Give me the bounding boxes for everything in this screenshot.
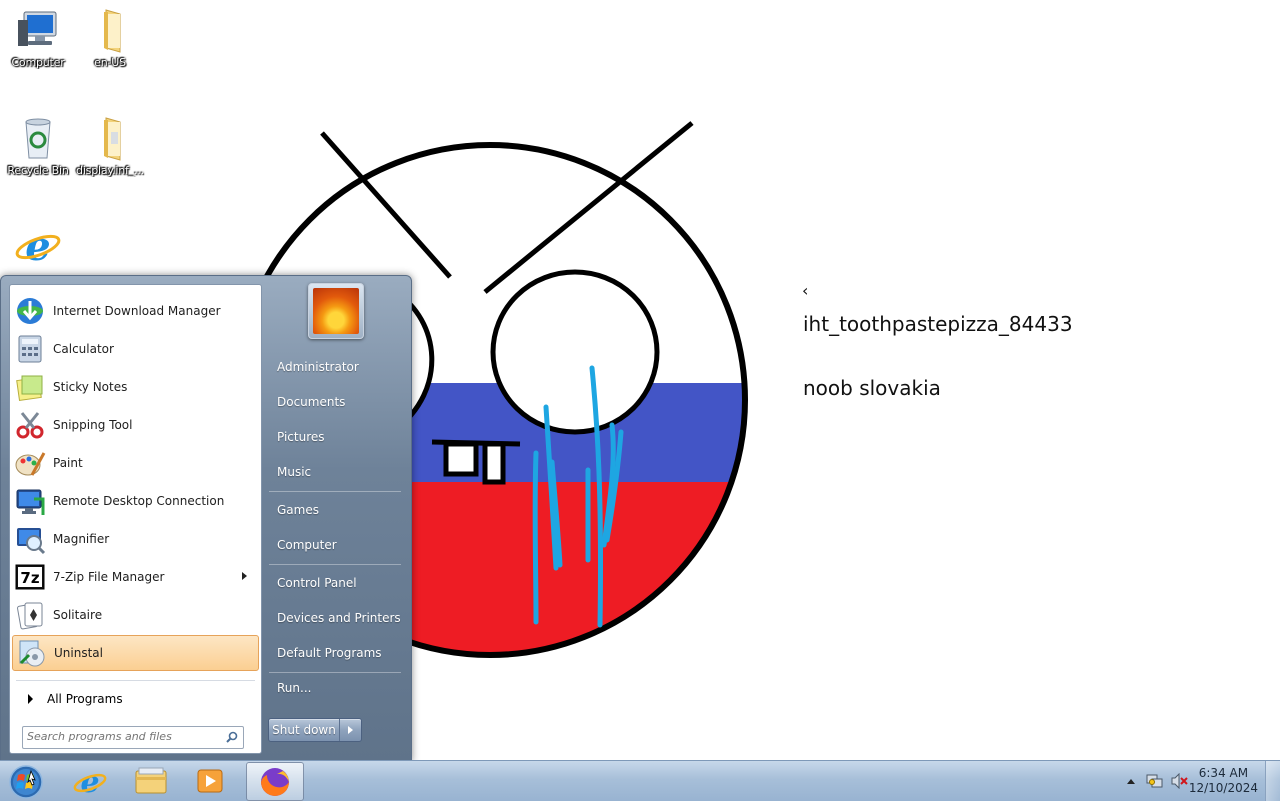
svg-text:e: e: [80, 765, 99, 799]
user-account-picture[interactable]: [308, 283, 364, 339]
show-hidden-icons-icon[interactable]: [1126, 777, 1136, 785]
paint-icon: [14, 447, 46, 479]
start-button[interactable]: [4, 762, 44, 800]
right-eye: [490, 269, 660, 435]
start-link-music[interactable]: Music: [269, 457, 405, 488]
program-solitaire[interactable]: Solitaire: [12, 597, 257, 633]
shutdown-button[interactable]: Shut down: [268, 718, 362, 742]
program-snipping-tool[interactable]: Snipping Tool: [12, 407, 257, 443]
taskbar-internet-explorer[interactable]: e: [62, 762, 118, 800]
folder-icon: [86, 6, 134, 54]
program-paint[interactable]: Paint: [12, 445, 257, 481]
desktop-icon-label: Computer: [11, 56, 65, 69]
search-input[interactable]: [27, 727, 217, 746]
start-link-pictures[interactable]: Pictures: [269, 422, 405, 453]
right-pane-separator: [269, 491, 401, 492]
show-desktop-button[interactable]: [1265, 761, 1280, 801]
wallpaper-caption-username: iht_toothpastepizza_84433: [803, 312, 1073, 336]
right-pane-separator: [269, 564, 401, 565]
seven-zip-icon-text: 7z: [20, 569, 39, 587]
program-uninstal[interactable]: Uninstal: [12, 635, 259, 671]
submenu-arrow-icon[interactable]: [242, 572, 247, 580]
desktop-icon-en-us-folder[interactable]: en-US: [72, 6, 148, 69]
taskbar-firefox[interactable]: [246, 762, 304, 801]
all-programs-button[interactable]: All Programs: [12, 686, 257, 712]
clock-time: 6:34 AM: [1198, 766, 1249, 780]
desktop-icon-internet-explorer[interactable]: e: [0, 222, 76, 270]
svg-text:e: e: [25, 223, 50, 270]
desktop-icon-computer[interactable]: Computer: [0, 6, 76, 69]
folder-icon: [86, 114, 134, 162]
flower-picture-icon: [313, 288, 359, 334]
computer-icon: [14, 6, 62, 54]
expand-arrow-icon: [28, 694, 33, 704]
shutdown-label[interactable]: Shut down: [269, 719, 340, 741]
notification-area: 6:34 AM 12/10/2024: [1120, 761, 1280, 801]
taskbar: e 6:34 AM 12/10/2024: [0, 760, 1280, 801]
uninstall-icon: [15, 637, 47, 669]
desktop-icon-label: en-US: [94, 56, 126, 69]
system-clock[interactable]: 6:34 AM 12/10/2024: [1189, 766, 1258, 796]
idm-icon: [14, 295, 46, 327]
all-programs-separator: [16, 680, 255, 681]
start-menu: Internet Download Manager Calculator Sti…: [0, 275, 412, 762]
remote-desktop-icon: [14, 485, 46, 517]
solitaire-icon: [14, 599, 46, 631]
taskbar-media-player[interactable]: [182, 762, 238, 799]
taskbar-windows-explorer[interactable]: [122, 762, 178, 799]
shutdown-options-arrow-icon[interactable]: [348, 726, 353, 734]
magnifier-icon: [14, 523, 46, 555]
start-link-run[interactable]: Run...: [269, 673, 405, 704]
desktop-icon-label: Recycle Bin: [7, 164, 69, 177]
firefox-icon: [261, 768, 289, 796]
start-link-games[interactable]: Games: [269, 495, 405, 526]
start-link-computer[interactable]: Computer: [269, 530, 405, 561]
start-orb-icon: [9, 765, 43, 799]
recycle-bin-icon: [14, 114, 62, 162]
start-link-administrator[interactable]: Administrator: [269, 352, 405, 383]
program-sticky-notes[interactable]: Sticky Notes: [12, 369, 257, 405]
program-remote-desktop-connection[interactable]: Remote Desktop Connection: [12, 483, 257, 519]
windows-explorer-icon: [135, 767, 167, 794]
seven-zip-icon: 7z: [14, 561, 46, 593]
search-programs-field[interactable]: [22, 726, 244, 749]
wallpaper-mark: ‹: [802, 281, 809, 300]
program-internet-download-manager[interactable]: Internet Download Manager: [12, 293, 257, 329]
volume-muted-icon[interactable]: [1170, 773, 1188, 789]
desktop-icon-display-inf-folder[interactable]: display.inf_...: [72, 114, 148, 177]
wallpaper-caption-insult: noob slovakia: [803, 376, 941, 400]
program-7-zip-file-manager[interactable]: 7z 7-Zip File Manager: [12, 559, 257, 595]
internet-explorer-icon: e: [14, 222, 62, 270]
snipping-tool-icon: [14, 409, 46, 441]
internet-explorer-icon: e: [73, 765, 107, 800]
program-calculator[interactable]: Calculator: [12, 331, 257, 367]
desktop-icon-recycle-bin[interactable]: Recycle Bin: [0, 114, 76, 177]
start-menu-programs-pane: Internet Download Manager Calculator Sti…: [9, 284, 262, 754]
start-link-documents[interactable]: Documents: [269, 387, 405, 418]
network-icon[interactable]: [1146, 773, 1164, 789]
sticky-notes-icon: [14, 371, 46, 403]
media-player-icon: [197, 769, 223, 793]
start-link-devices-and-printers[interactable]: Devices and Printers: [269, 603, 405, 634]
clock-date: 12/10/2024: [1188, 781, 1258, 795]
desktop-icon-label: display.inf_...: [76, 164, 144, 177]
calculator-icon: [14, 333, 46, 365]
search-icon[interactable]: [226, 731, 238, 743]
start-link-default-programs[interactable]: Default Programs: [269, 638, 405, 669]
start-link-control-panel[interactable]: Control Panel: [269, 568, 405, 599]
program-magnifier[interactable]: Magnifier: [12, 521, 257, 557]
